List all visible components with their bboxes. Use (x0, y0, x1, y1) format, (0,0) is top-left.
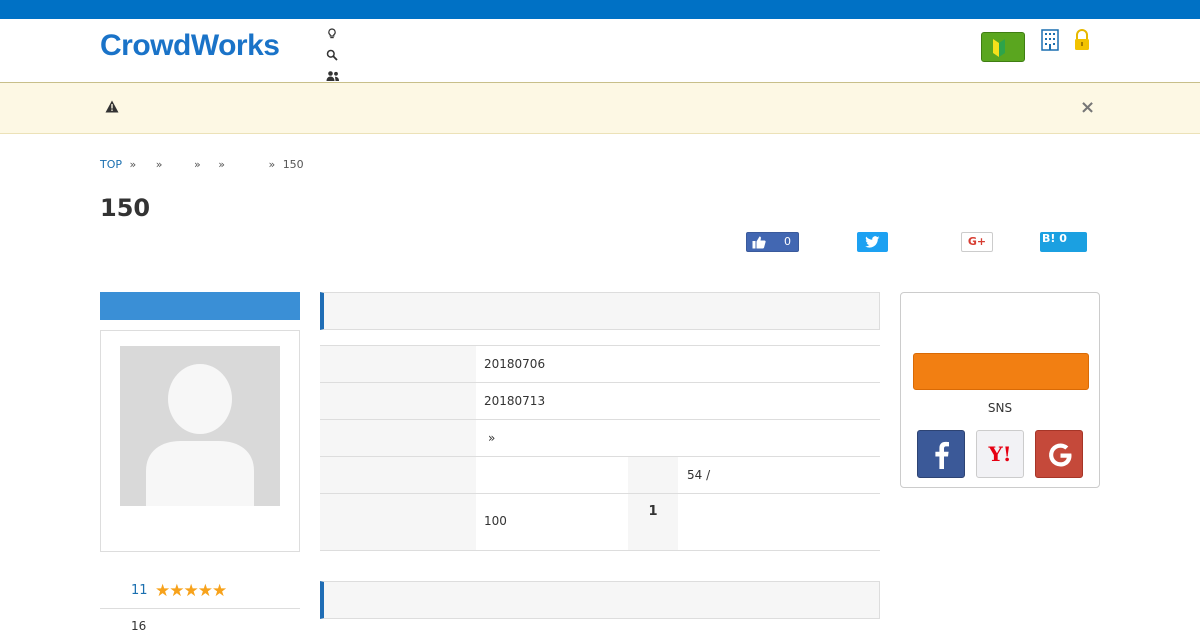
rating-count[interactable]: 11 (131, 583, 148, 598)
table-row: 20180713 (320, 383, 880, 420)
google-login-button[interactable] (1035, 430, 1083, 478)
top-bar (0, 0, 1200, 19)
facebook-like-button[interactable]: 0 (746, 232, 799, 252)
table-row: 54 / (320, 457, 880, 494)
facebook-icon (935, 441, 949, 469)
like-count: 0 (784, 235, 791, 248)
users-icon (326, 70, 339, 81)
breadcrumb-current: 150 (282, 158, 304, 171)
facebook-login-button[interactable] (917, 430, 965, 478)
row-value: 100 (484, 514, 507, 528)
breadcrumb-top[interactable]: TOP (100, 158, 122, 171)
avatar[interactable] (120, 346, 280, 506)
beginner-mark-icon (993, 39, 1005, 57)
row-label (320, 420, 476, 456)
crowdworks-logo[interactable]: CrowdWorks (100, 29, 280, 63)
beginner-button[interactable] (981, 32, 1025, 62)
row-sub-value: 54 / (687, 468, 711, 482)
sidebar-header (100, 292, 300, 320)
row-value: 20180713 (484, 394, 546, 408)
jobs-count: 16 (131, 619, 147, 633)
close-icon[interactable]: × (1080, 97, 1095, 118)
breadcrumb: TOP » » » » » 150 (100, 158, 308, 171)
warning-icon (105, 100, 119, 113)
header-account-area (981, 27, 1101, 77)
page-title: 150 (100, 194, 151, 222)
google-plus-button[interactable]: G+ (961, 232, 993, 252)
hatena-bookmark-button[interactable]: B! 0 (1040, 232, 1087, 252)
alert-banner: × (0, 83, 1200, 134)
row-value-link[interactable]: » (488, 431, 495, 445)
row-sub-label (628, 494, 678, 550)
star-rating: ★★★★★ (155, 581, 227, 601)
profile-card (100, 330, 300, 552)
row-value: 20180706 (484, 357, 546, 371)
sns-label: SNS (987, 401, 1013, 415)
nav-item-find-work[interactable] (326, 23, 346, 44)
row-label (320, 494, 476, 550)
breadcrumb-separator: » (155, 158, 163, 171)
row-sub-value: 1 (648, 504, 658, 519)
register-box: SNS Y! (900, 292, 1100, 488)
search-icon (326, 49, 338, 61)
breadcrumb-separator: » (129, 158, 137, 171)
main-nav (326, 23, 346, 86)
table-row: » (320, 420, 880, 457)
register-button[interactable] (913, 353, 1089, 390)
breadcrumb-separator: » (268, 158, 276, 171)
section-header-details (320, 292, 880, 330)
breadcrumb-separator: » (193, 158, 201, 171)
row-sub-label (628, 457, 678, 493)
twitter-share-button[interactable] (857, 232, 888, 252)
rating-row: 11 ★★★★★ (100, 575, 300, 609)
google-icon (1049, 443, 1072, 467)
default-avatar-icon (146, 364, 254, 506)
svg-text:Y!: Y! (987, 442, 1011, 466)
building-icon[interactable] (1041, 29, 1059, 51)
yahoo-icon: Y! (987, 442, 1011, 466)
breadcrumb-separator: » (218, 158, 225, 171)
table-row: 20180706 (320, 346, 880, 383)
yahoo-login-button[interactable]: Y! (976, 430, 1024, 478)
row-label (320, 383, 476, 419)
header: CrowdWorks (0, 19, 1200, 83)
twitter-icon (865, 236, 880, 248)
section-header-description (320, 581, 880, 619)
detail-table: 20180706 20180713 » 54 / 100 1 (320, 345, 880, 551)
row-label (320, 346, 476, 382)
nav-item-search[interactable] (326, 44, 346, 65)
lightbulb-icon (328, 27, 336, 38)
lock-icon[interactable] (1073, 29, 1091, 51)
row-label (320, 457, 476, 493)
thumbs-up-icon (752, 236, 766, 249)
table-row: 100 1 (320, 494, 880, 551)
